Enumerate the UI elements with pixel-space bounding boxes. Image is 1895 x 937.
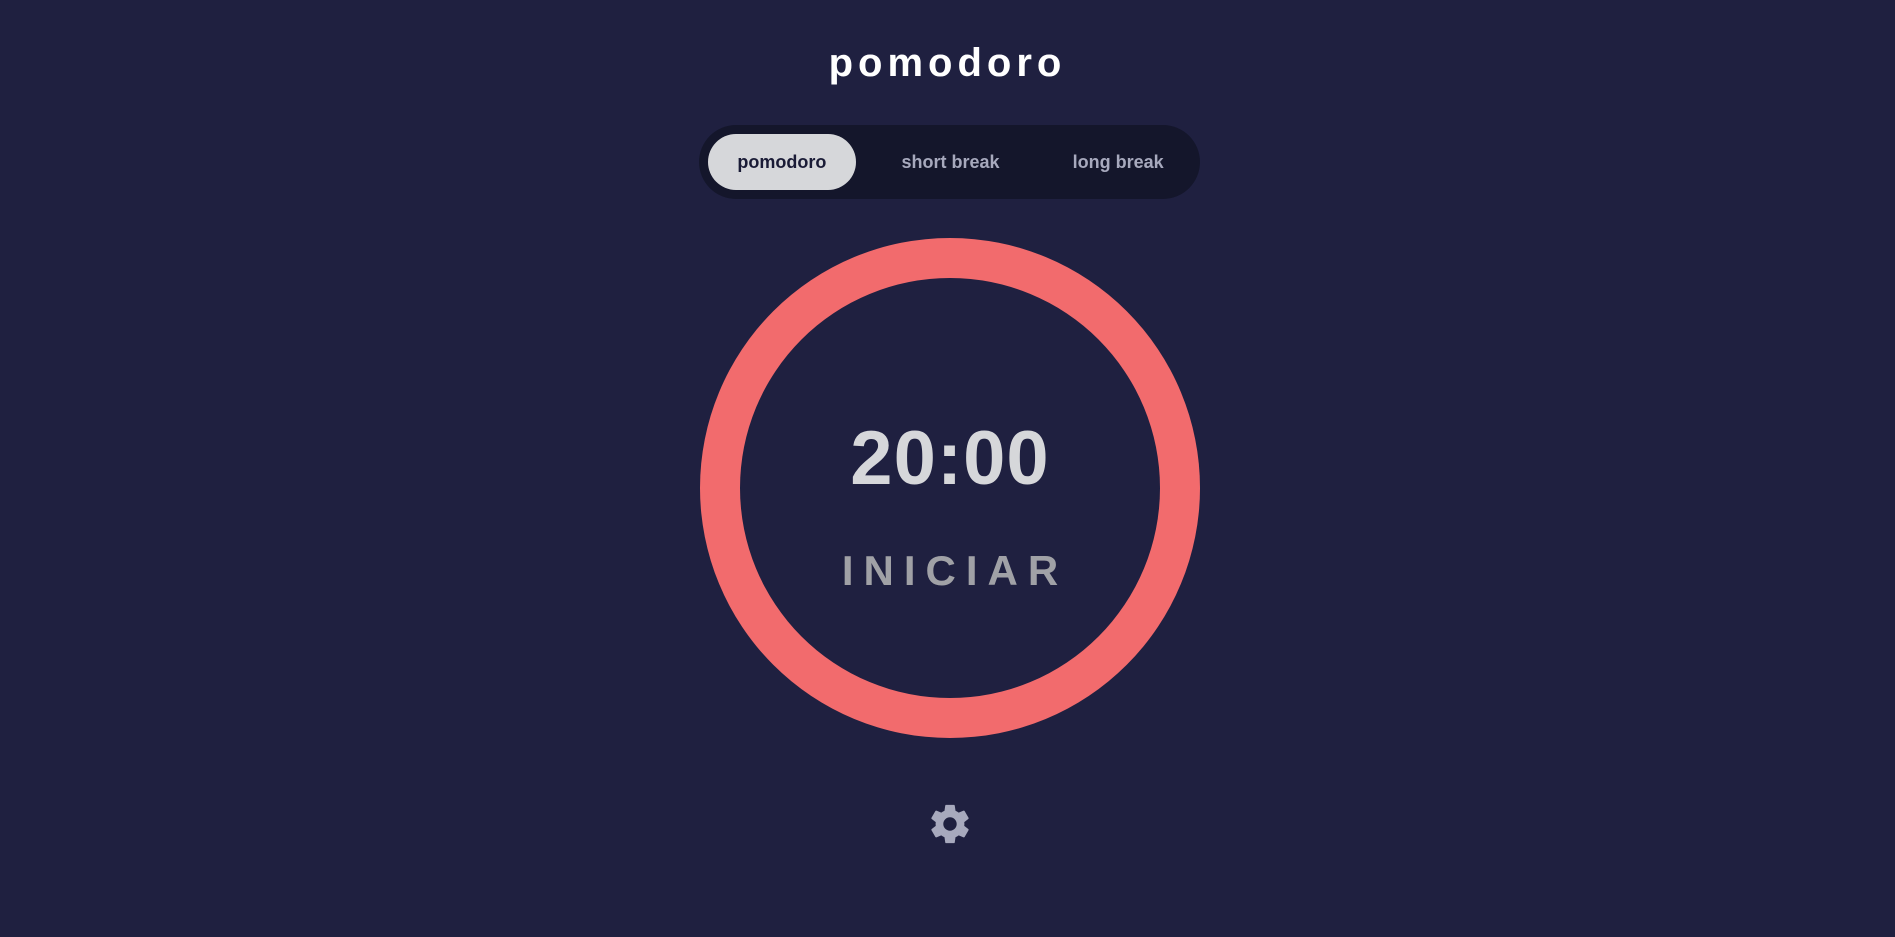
settings-button[interactable] [927,801,973,847]
tab-pomodoro[interactable]: pomodoro [708,134,856,190]
tab-long-break[interactable]: long break [1045,134,1191,190]
timer-progress-ring: 20:00 INICIAR [700,238,1200,738]
timer-face: 20:00 INICIAR [740,278,1160,698]
pomodoro-app: pomodoro pomodoro short break long break… [0,0,1895,937]
tab-short-break[interactable]: short break [856,134,1046,190]
gear-icon [931,804,969,844]
timer-display: 20:00 [850,416,1050,501]
app-title: pomodoro [828,41,1067,85]
mode-tabs: pomodoro short break long break [699,125,1200,199]
start-button[interactable]: INICIAR [740,548,1160,594]
